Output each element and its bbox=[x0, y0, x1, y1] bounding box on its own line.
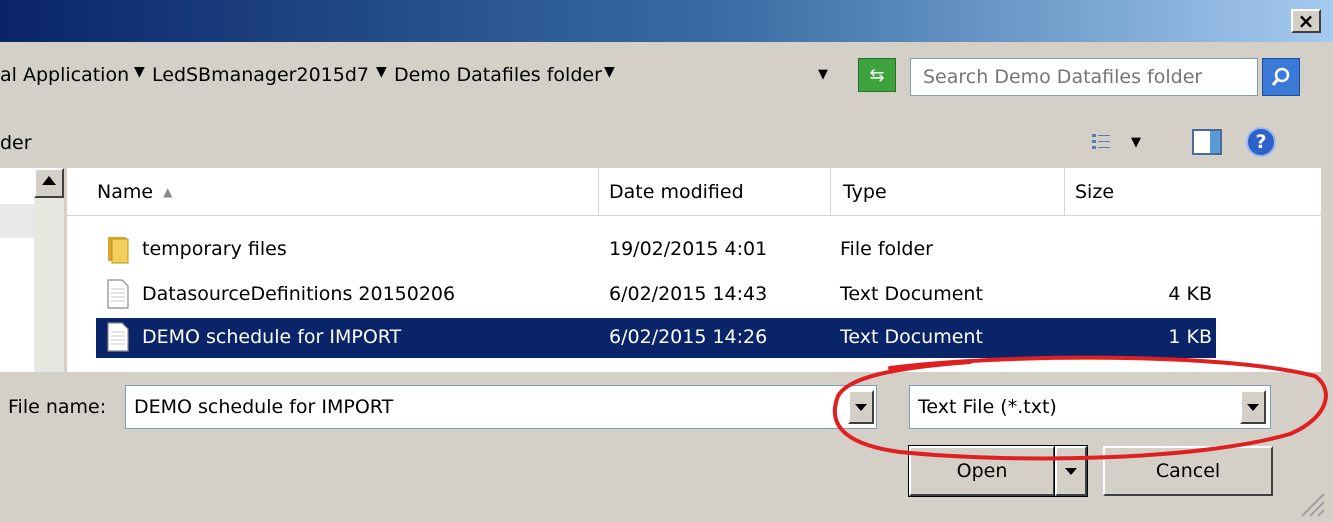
breadcrumb-arrow-icon[interactable]: ▼ bbox=[134, 64, 145, 80]
file-type: Text Document bbox=[840, 326, 983, 348]
address-history-dropdown-icon[interactable]: ▼ bbox=[818, 67, 828, 82]
breadcrumb-item[interactable]: LedSBmanager2015d7 bbox=[152, 64, 369, 86]
views-icon[interactable] bbox=[1090, 131, 1112, 153]
column-header-label: Name bbox=[97, 180, 154, 203]
views-dropdown-icon[interactable]: ▼ bbox=[1131, 135, 1141, 150]
file-name: DatasourceDefinitions 20150206 bbox=[142, 283, 456, 305]
preview-pane-icon[interactable] bbox=[1192, 129, 1222, 155]
filename-input[interactable] bbox=[130, 390, 856, 424]
close-button[interactable]: × bbox=[1291, 9, 1321, 33]
breadcrumb-arrow-icon[interactable]: ▼ bbox=[604, 64, 615, 80]
folder-icon bbox=[108, 237, 129, 264]
navigation-item[interactable] bbox=[0, 204, 34, 238]
column-header-label: Size bbox=[1075, 180, 1115, 203]
nav-scrollbar[interactable] bbox=[34, 168, 64, 372]
file-date: 6/02/2015 14:26 bbox=[609, 326, 768, 348]
breadcrumb-item[interactable]: al Application bbox=[0, 64, 129, 86]
navigation-pane bbox=[0, 168, 34, 372]
filename-combobox[interactable] bbox=[125, 385, 877, 429]
annotation-circle bbox=[832, 355, 1328, 461]
search-icon bbox=[1271, 67, 1290, 86]
text-file-icon bbox=[107, 279, 129, 309]
file-date: 19/02/2015 4:01 bbox=[609, 238, 768, 260]
help-icon[interactable]: ? bbox=[1246, 127, 1276, 157]
search-input[interactable] bbox=[910, 58, 1258, 96]
column-header-date[interactable]: Date modified bbox=[599, 168, 831, 216]
column-header-size[interactable]: Size bbox=[1065, 168, 1321, 216]
file-name: temporary files bbox=[142, 238, 287, 260]
column-header-label: Type bbox=[843, 180, 887, 203]
breadcrumb-arrow-icon[interactable]: ▼ bbox=[376, 64, 387, 80]
file-size: 1 KB bbox=[1168, 326, 1212, 348]
column-header-name[interactable]: Name ▲ bbox=[67, 168, 599, 216]
column-header-type[interactable]: Type bbox=[831, 168, 1065, 216]
file-date: 6/02/2015 14:43 bbox=[609, 283, 768, 305]
file-row[interactable]: DatasourceDefinitions 20150206 6/02/2015… bbox=[96, 275, 1216, 315]
column-header-label: Date modified bbox=[609, 180, 744, 203]
filename-label: File name: bbox=[8, 396, 107, 418]
text-file-icon bbox=[107, 322, 129, 352]
breadcrumb-item[interactable]: Demo Datafiles folder bbox=[394, 64, 602, 86]
file-row[interactable]: temporary files 19/02/2015 4:01 File fol… bbox=[96, 230, 1216, 270]
sort-ascending-icon: ▲ bbox=[163, 184, 173, 199]
scroll-up-button[interactable] bbox=[34, 168, 64, 198]
resize-grip-icon[interactable] bbox=[1296, 488, 1326, 518]
search-button[interactable] bbox=[1262, 58, 1300, 96]
refresh-button[interactable]: ⇆ bbox=[858, 58, 896, 92]
file-type: File folder bbox=[840, 238, 933, 260]
toolbar-new-folder-label[interactable]: der bbox=[0, 132, 32, 154]
title-bar bbox=[0, 0, 1333, 42]
file-type: Text Document bbox=[840, 283, 983, 305]
refresh-icon: ⇆ bbox=[869, 64, 885, 86]
file-size: 4 KB bbox=[1168, 283, 1212, 305]
file-name: DEMO schedule for IMPORT bbox=[142, 326, 402, 348]
